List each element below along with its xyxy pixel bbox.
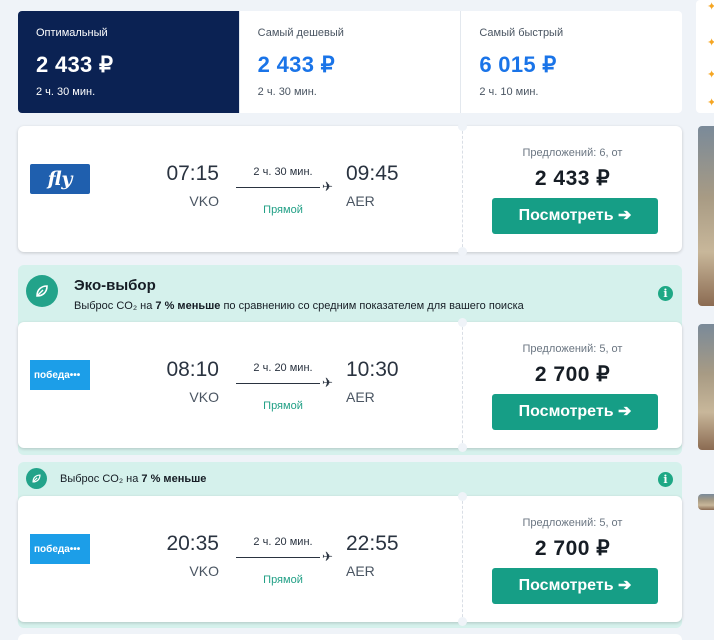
departure-airport: VKO (189, 389, 219, 405)
flight-card[interactable]: fly 07:15 VKO 2 ч. 30 мин. ✈ Прямой 09:4… (18, 122, 682, 256)
offers-count: Предложений: 6, от (522, 147, 623, 159)
route-line (236, 383, 320, 384)
departure-time: 08:10 (166, 358, 219, 381)
leaf-icon (26, 468, 47, 489)
star-icon: ✦ (707, 1, 714, 13)
eco-title: Эко-выбор (74, 277, 156, 294)
price: 2 700 ₽ (534, 537, 611, 560)
ticket-notch (458, 492, 467, 501)
sort-tabs: Оптимальный 2 433 ₽ 2 ч. 30 мин. Самый д… (18, 11, 682, 113)
star-icon: ✦ (707, 69, 714, 81)
sort-tab-price: 2 433 ₽ (36, 52, 114, 77)
offers-count: Предложений: 5, от (522, 517, 623, 529)
eco-subtitle-bold: 7 % меньше (141, 473, 207, 485)
sort-tab-label: Самый дешевый (257, 27, 344, 39)
star-icon: ✦ (707, 37, 714, 49)
price: 2 433 ₽ (534, 167, 611, 190)
sort-tab-fastest[interactable]: Самый быстрый 6 015 ₽ 2 ч. 10 мин. (460, 11, 682, 113)
stops-label: Прямой (263, 204, 303, 216)
route-line (236, 187, 320, 188)
sort-tab-cheapest[interactable]: Самый дешевый 2 433 ₽ 2 ч. 30 мин. (238, 11, 461, 113)
arrival-airport: AER (346, 193, 375, 209)
arrival-airport: AER (346, 389, 375, 405)
eco-header: Эко-выбор Выброс CO₂ на 7 % меньше по ср… (18, 265, 682, 321)
star-icon: ✦ (707, 97, 714, 109)
hotel-photo[interactable] (698, 126, 714, 306)
flight-card[interactable] (18, 634, 682, 640)
info-icon[interactable]: i (658, 286, 673, 301)
leaf-icon (26, 275, 58, 307)
plane-icon: ✈ (322, 179, 333, 194)
flight-duration: 2 ч. 20 мин. (253, 362, 313, 374)
ticket-notch (458, 122, 467, 131)
ticket-notch (458, 318, 467, 327)
view-button[interactable]: Посмотреть ➔ (492, 198, 658, 234)
arrival-time: 22:55 (346, 532, 399, 555)
view-button[interactable]: Посмотреть ➔ (492, 568, 658, 604)
eco-subtitle: Выброс CO₂ на 7 % меньше (60, 473, 206, 485)
stops-label: Прямой (263, 400, 303, 412)
sort-tab-label: Самый быстрый (479, 27, 564, 39)
airline-logo: победа••• (30, 534, 90, 564)
departure-time: 07:15 (166, 162, 219, 185)
airline-logo-text: победа••• (34, 543, 81, 555)
plane-icon: ✈ (322, 375, 333, 390)
flight-duration: 2 ч. 20 мин. (253, 536, 313, 548)
eco-subtitle: Выброс CO₂ на 7 % меньше по сравнению со… (74, 300, 524, 312)
sort-tab-price: 2 433 ₽ (257, 52, 335, 77)
view-button[interactable]: Посмотреть ➔ (492, 394, 658, 430)
stops-label: Прямой (263, 574, 303, 586)
sort-tab-duration: 2 ч. 10 мин. (479, 86, 539, 98)
eco-subtitle-prefix: Выброс CO₂ на (60, 473, 142, 485)
airline-logo: fly (30, 164, 90, 194)
eco-subtitle-suffix: по сравнению со средним показателем для … (220, 300, 524, 312)
departure-airport: VKO (189, 563, 219, 579)
arrival-time: 10:30 (346, 358, 399, 381)
route-line (236, 557, 320, 558)
airline-logo-text: победа••• (34, 369, 81, 381)
plane-icon: ✈ (322, 549, 333, 564)
departure-time: 20:35 (166, 532, 219, 555)
flight-duration: 2 ч. 30 мин. (253, 166, 313, 178)
airline-logo: победа••• (30, 360, 90, 390)
sort-tab-optimal[interactable]: Оптимальный 2 433 ₽ 2 ч. 30 мин. (18, 11, 239, 113)
departure-airport: VKO (189, 193, 219, 209)
flight-card[interactable]: победа••• 20:35 VKO 2 ч. 20 мин. ✈ Прямо… (18, 492, 682, 626)
sort-tab-duration: 2 ч. 30 мин. (36, 86, 96, 98)
ticket-notch (458, 617, 467, 626)
arrival-time: 09:45 (346, 162, 399, 185)
eco-subtitle-prefix: Выброс CO₂ на (74, 300, 156, 312)
sort-tab-label: Оптимальный (36, 27, 108, 39)
airline-logo-text: fly (47, 168, 73, 190)
eco-header: Выброс CO₂ на 7 % меньше i (18, 462, 682, 495)
offers-count: Предложений: 5, от (522, 343, 623, 355)
sort-tab-price: 6 015 ₽ (479, 52, 557, 77)
hotel-photo[interactable] (698, 324, 714, 450)
ticket-notch (458, 247, 467, 256)
info-icon[interactable]: i (658, 472, 673, 487)
hotel-photo[interactable] (698, 494, 714, 510)
sort-tab-duration: 2 ч. 30 мин. (257, 86, 317, 98)
arrival-airport: AER (346, 563, 375, 579)
eco-subtitle-bold: 7 % меньше (155, 300, 221, 312)
flight-card[interactable]: победа••• 08:10 VKO 2 ч. 20 мин. ✈ Прямо… (18, 318, 682, 452)
ticket-notch (458, 443, 467, 452)
price: 2 700 ₽ (534, 363, 611, 386)
